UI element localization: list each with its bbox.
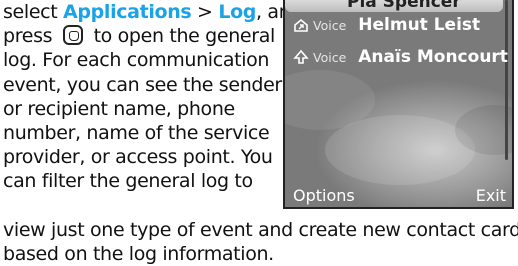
outgoing-call-icon [294,18,308,32]
text-line: or recipient name, phone [3,97,235,120]
text-line: press to open the general [3,25,275,48]
log-link: Log [218,1,257,23]
text-line: number, name of the service [3,122,270,145]
incoming-call-icon [293,49,309,64]
text-line: select Applications > Log, and [3,1,303,23]
navi-key-icon [62,25,83,46]
applications-link: Applications [63,1,192,23]
manual-paragraph-bottom: view just one type of event and create n… [3,218,518,266]
exit-softkey[interactable]: Exit [476,186,506,205]
selected-log-row[interactable]: Pia Spencer [285,0,503,12]
contact-name: Helmut Leist [358,15,481,35]
text-line: based on the log information. [3,243,274,266]
softkey-bar: Options Exit [293,186,506,205]
log-row[interactable]: Voice Helmut Leist [293,12,480,38]
text-line: event, you can see the sender [3,73,282,96]
log-row[interactable]: Voice Anaïs Moncourt [293,44,508,70]
text-line: provider, or access point. You [3,146,273,169]
scrollbar[interactable] [505,0,508,160]
text-line: can filter the general log to [3,170,253,193]
event-type: Voice [313,17,347,33]
contact-name: Anaïs Moncourt [358,47,508,67]
event-type: Voice [313,49,347,65]
selected-contact-name: Pia Spencer [347,0,461,12]
text-line: log. For each communication [3,49,270,72]
options-softkey[interactable]: Options [293,186,355,205]
text-line: view just one type of event and create n… [3,219,518,241]
phone-screen: Pia Spencer Voice Helmut Leist Voice Ana… [283,0,514,209]
manual-paragraph-top: select Applications > Log, and press to … [3,0,303,194]
